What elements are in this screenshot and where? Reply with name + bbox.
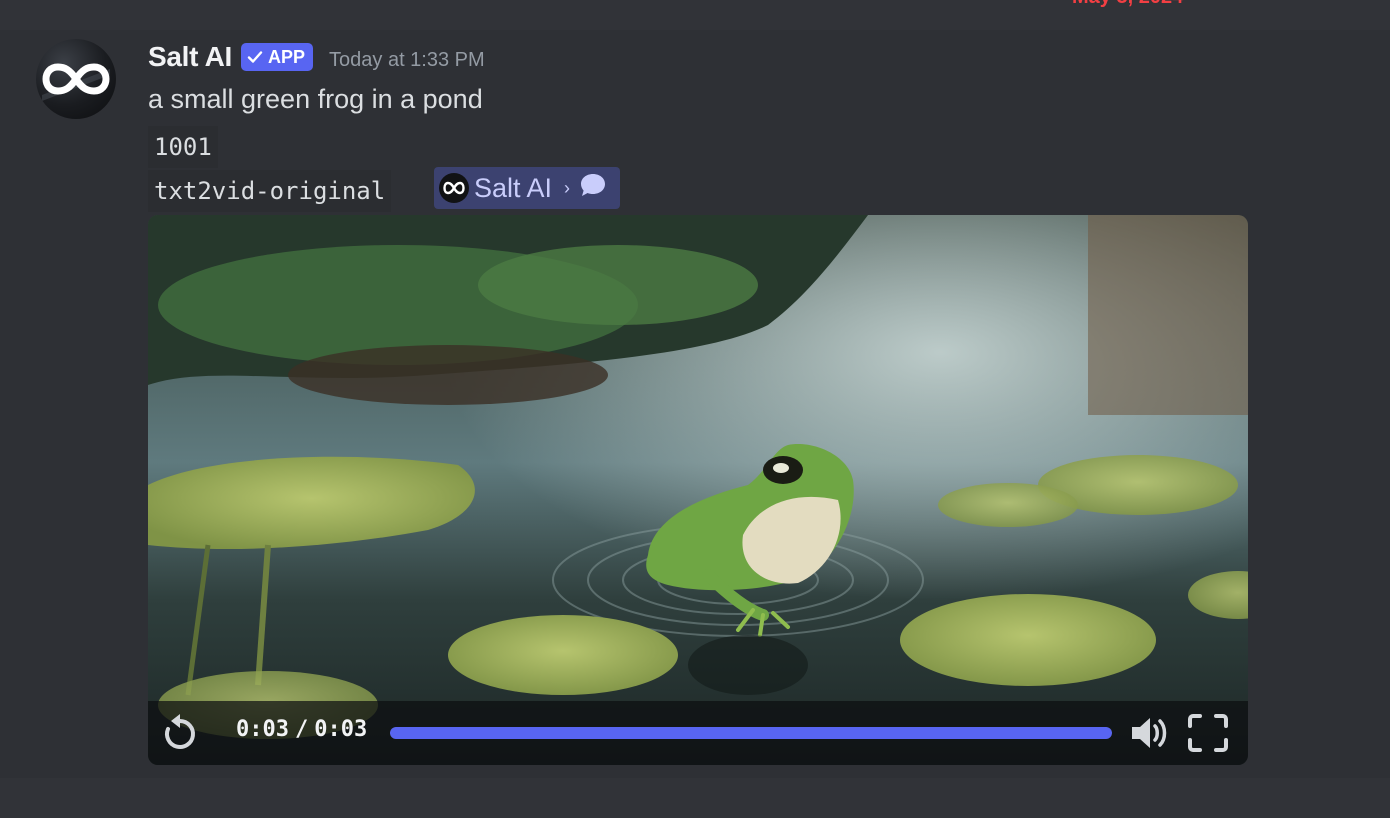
prompt-text: a small green frog in a pond: [148, 84, 483, 114]
salt-logo-icon: [42, 63, 110, 101]
time-separator: /: [294, 717, 309, 742]
message-timestamp[interactable]: Today at 1:33 PM: [329, 49, 485, 72]
avatar[interactable]: [36, 39, 116, 119]
app-badge-label: APP: [268, 46, 306, 67]
app-badge: APP: [241, 43, 314, 71]
seed-code: 1001: [148, 126, 218, 168]
video-player[interactable]: 0:03/0:03: [148, 215, 1248, 765]
app-mention[interactable]: Salt AI ›: [434, 167, 621, 209]
current-time: 0:03: [236, 717, 289, 742]
replay-icon[interactable]: [160, 711, 200, 760]
author-name[interactable]: Salt AI: [148, 41, 232, 73]
workflow-code: txt2vid-original: [148, 170, 392, 212]
fullscreen-icon[interactable]: [1186, 713, 1230, 758]
volume-icon[interactable]: [1128, 713, 1172, 758]
mention-label: Salt AI: [474, 172, 553, 203]
verified-check-icon: [247, 49, 263, 65]
progress-fill: [390, 727, 1112, 739]
date-divider: May 3, 2024: [1072, 0, 1183, 9]
message-header: Salt AI APP Today at 1:33 PM: [148, 40, 485, 74]
message: Salt AI APP Today at 1:33 PM a small gre…: [0, 30, 1390, 778]
duration: 0:03: [314, 717, 368, 742]
mention-avatar-icon: [439, 173, 469, 203]
top-strip: May 3, 2024: [0, 0, 1390, 30]
video-time: 0:03/0:03: [236, 717, 367, 742]
progress-bar[interactable]: [390, 727, 1112, 739]
chevron-right-icon: ›: [564, 177, 571, 198]
video-controls: 0:03/0:03: [148, 701, 1248, 765]
video-frame: [148, 215, 1248, 765]
chat-bubble-icon: [578, 171, 608, 206]
